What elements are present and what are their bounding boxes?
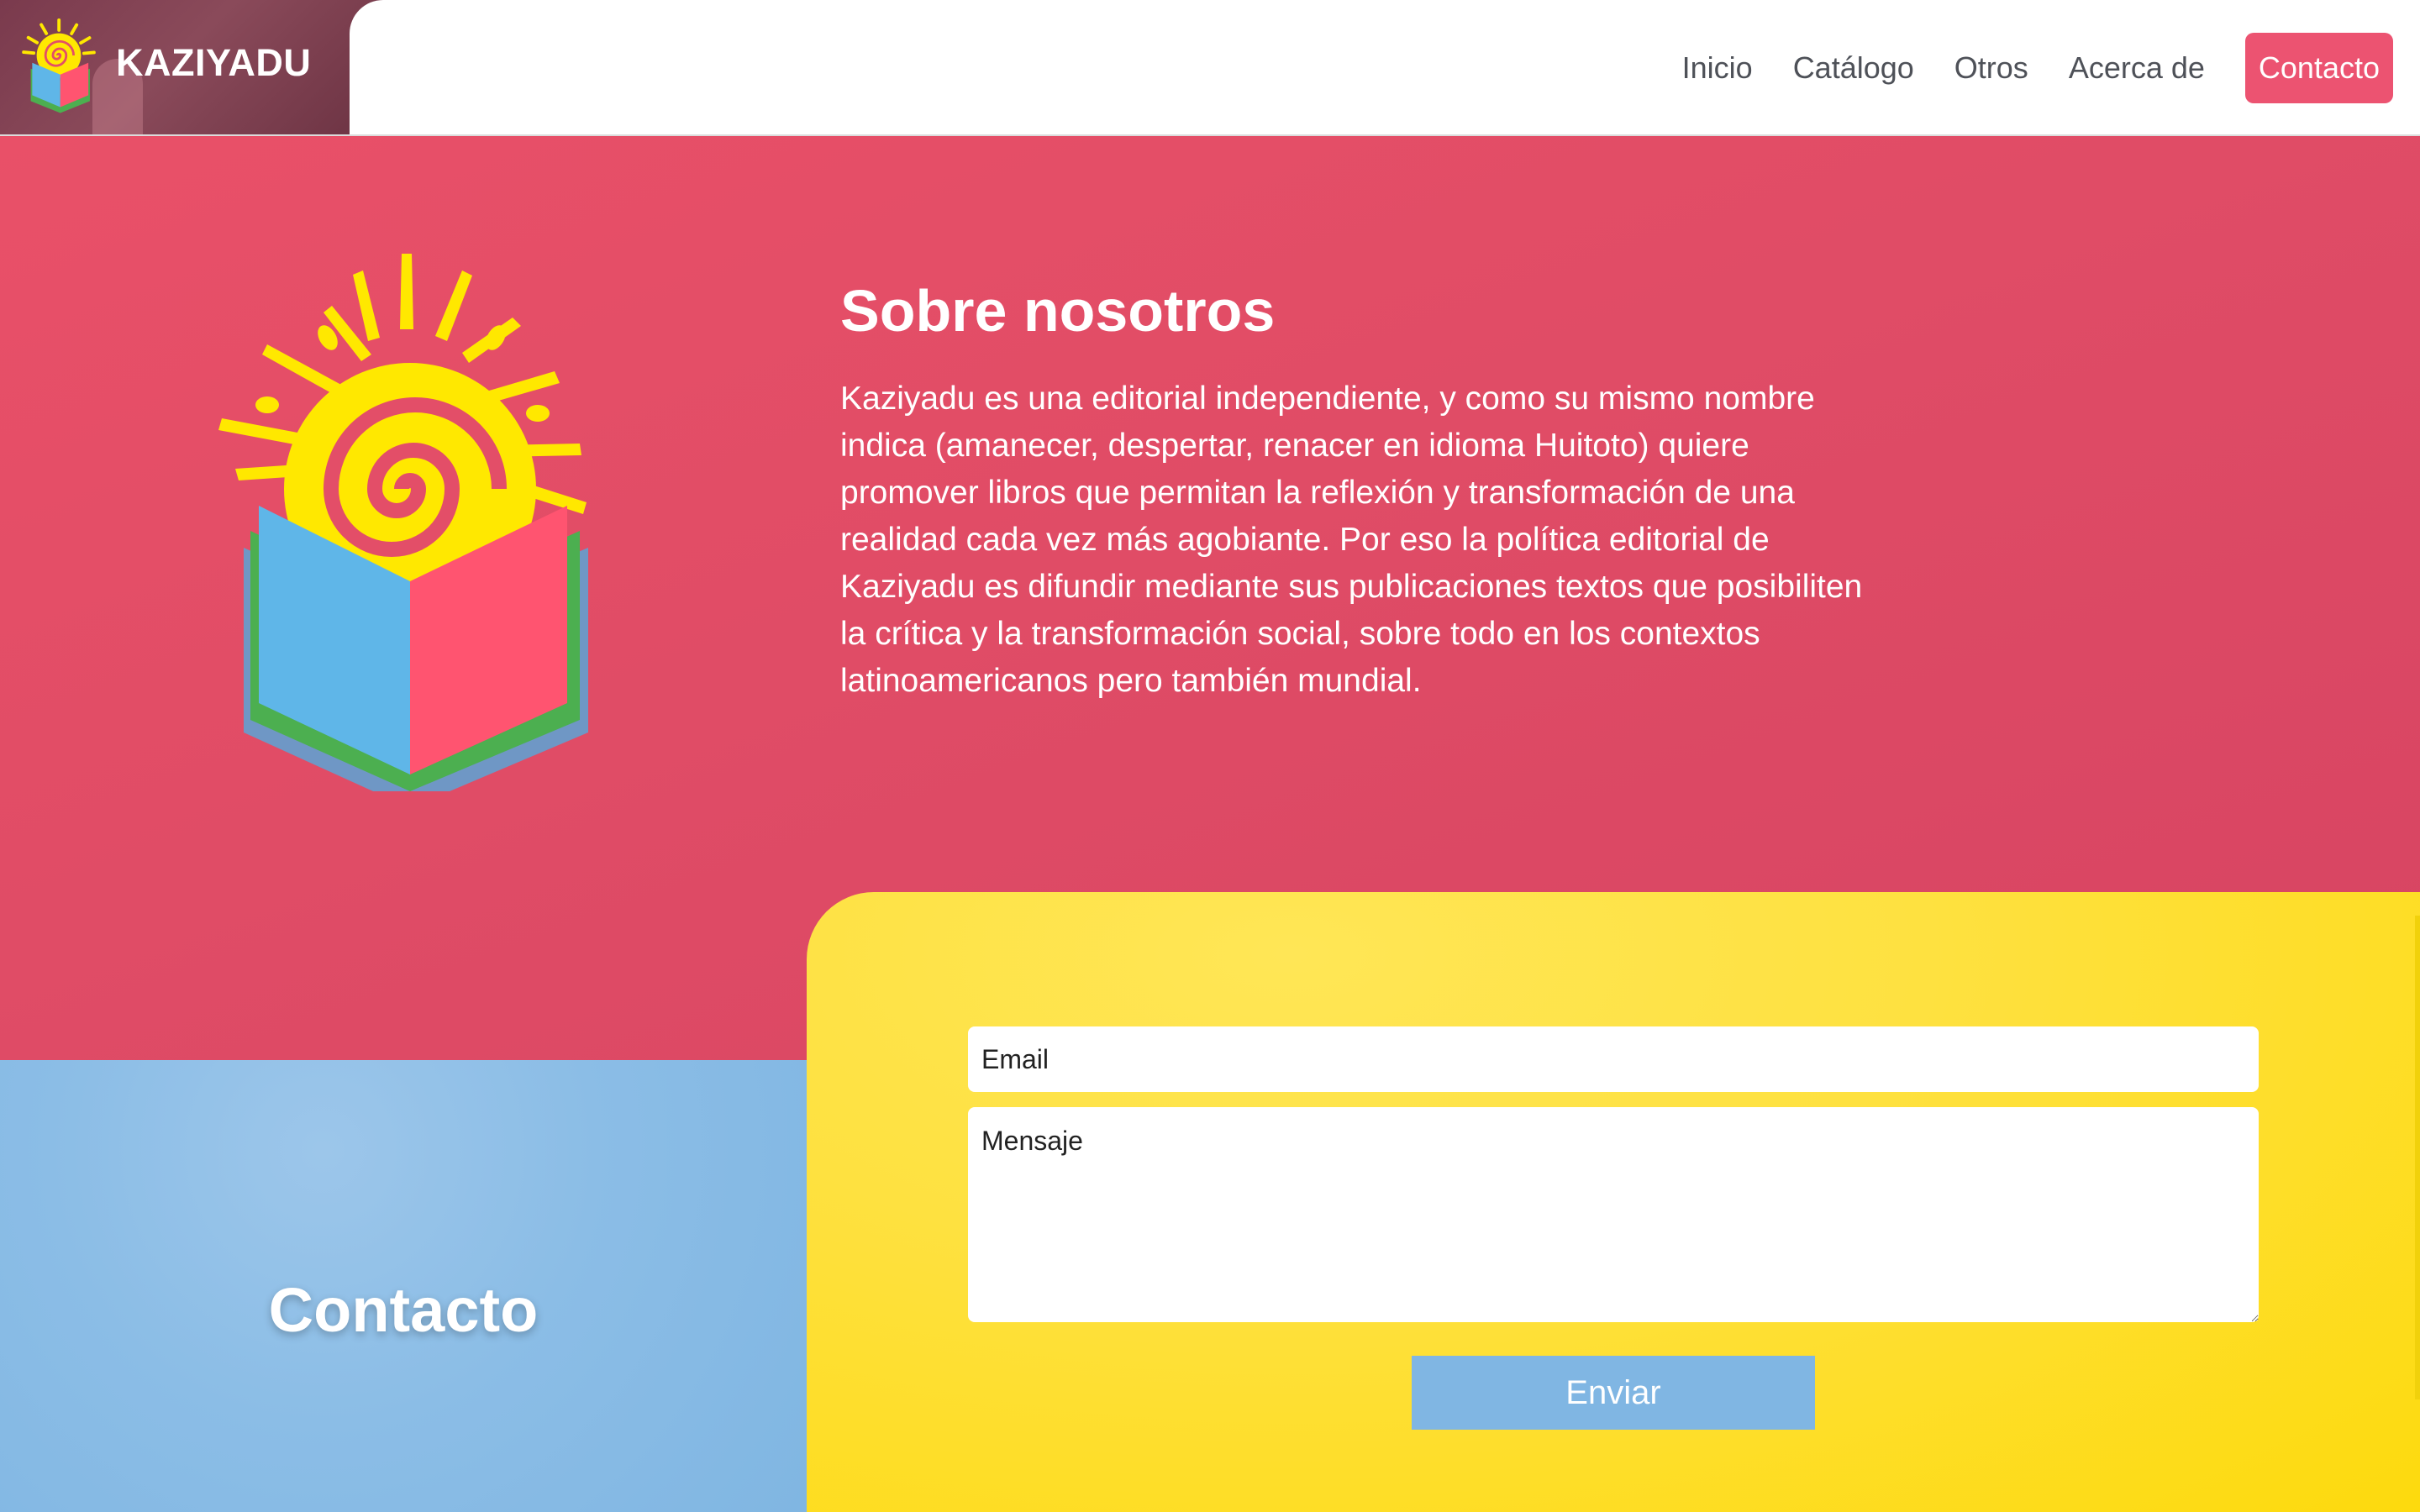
nav-link-otros[interactable]: Otros: [1954, 50, 2028, 86]
sun-spiral-book-icon: [218, 254, 588, 791]
nav-link-catalogo[interactable]: Catálogo: [1793, 50, 1914, 86]
contact-heading-panel: Contacto: [0, 1060, 807, 1512]
scrollbar-track[interactable]: [2415, 916, 2420, 1399]
nav-link-acerca-de[interactable]: Acerca de: [2069, 50, 2205, 86]
brand-name: KAZIYADU: [116, 41, 312, 84]
about-title: Sobre nosotros: [840, 278, 1276, 344]
nav-menu: Inicio Catálogo Otros Acerca de Contacto: [1682, 0, 2420, 135]
contact-title: Contacto: [268, 1275, 539, 1345]
message-field[interactable]: [968, 1107, 2259, 1322]
nav-link-inicio[interactable]: Inicio: [1682, 50, 1753, 86]
navbar: KAZIYADU Inicio Catálogo Otros Acerca de…: [0, 0, 2420, 136]
send-button[interactable]: Enviar: [1412, 1356, 1815, 1430]
email-field[interactable]: [968, 1026, 2259, 1092]
contact-form-panel: Enviar: [807, 892, 2420, 1512]
about-description: Kaziyadu es una editorial independiente,…: [840, 381, 1863, 699]
nav-contact-button[interactable]: Contacto: [2244, 32, 2393, 103]
sun-spiral-book-icon: [22, 18, 96, 113]
